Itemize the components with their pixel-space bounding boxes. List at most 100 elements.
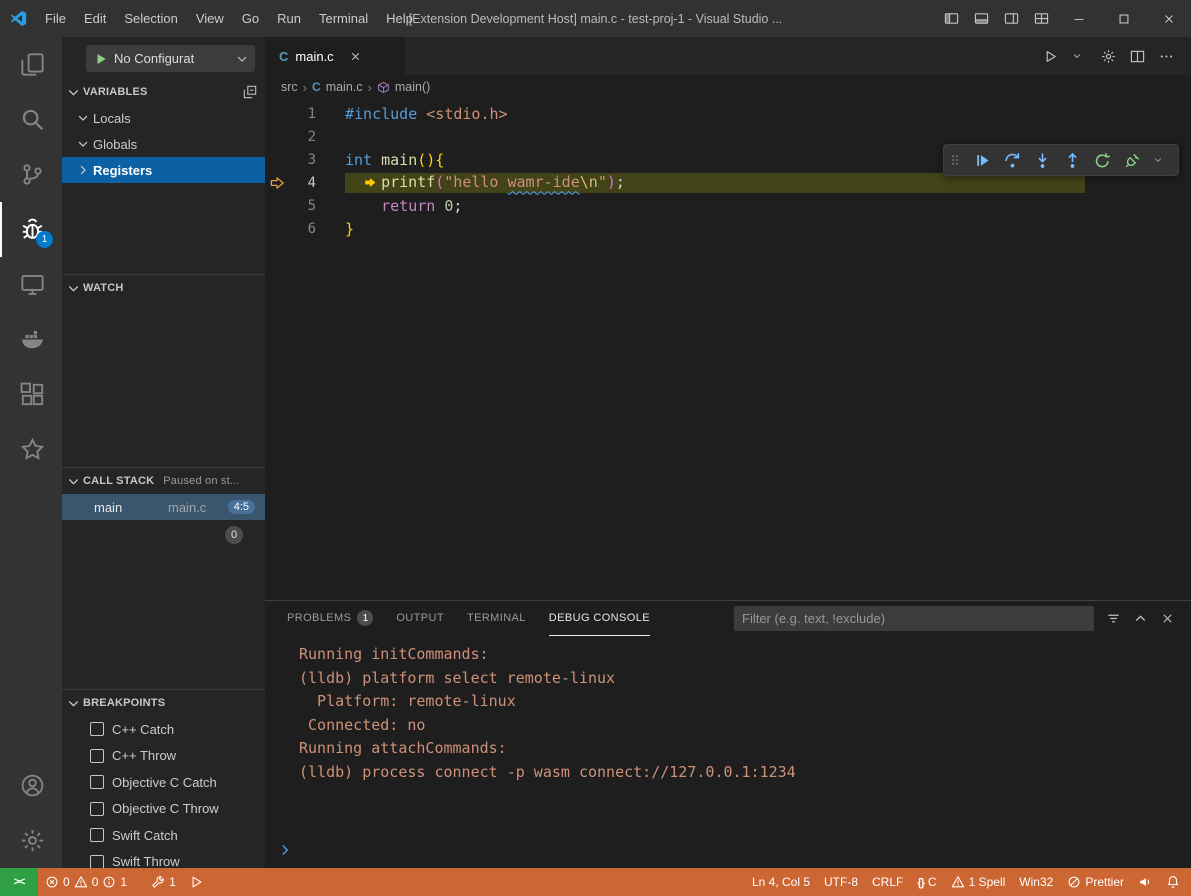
status-notifications[interactable] (1159, 868, 1187, 896)
activity-item-explorer[interactable] (0, 37, 62, 92)
star-icon (20, 437, 45, 462)
split-editor-icon[interactable] (1123, 37, 1152, 75)
variables-row-globals[interactable]: Globals (62, 131, 265, 157)
breakpoint-checkbox[interactable] (90, 802, 104, 816)
breakpoint-checkbox[interactable] (90, 749, 104, 763)
menu-file[interactable]: File (36, 0, 75, 37)
variables-section-header[interactable]: VARIABLES (62, 79, 265, 105)
console-line: Running initCommands: (299, 643, 1191, 667)
status-bar: >< 0 0 1 1 Ln 4, Col 5UTF-8 CRLF {}C1 Spel… (0, 868, 1191, 896)
activity-item-extensions[interactable] (0, 367, 62, 422)
activity-item-remote-explorer[interactable] (0, 257, 62, 312)
status-eol[interactable]: CRLF (865, 868, 910, 896)
code-line-6[interactable]: 6} (265, 217, 1191, 240)
remote-indicator[interactable]: >< (0, 868, 38, 896)
code-editor[interactable]: 1#include <stdio.h>23int main(){4 printf… (265, 99, 1191, 600)
settings-gear-icon[interactable] (1094, 37, 1123, 75)
activity-item-docker[interactable] (0, 312, 62, 367)
disconnect-dropdown-chevron-icon[interactable] (1143, 145, 1173, 175)
close-tab-icon[interactable] (349, 50, 362, 63)
status-platform[interactable]: Win32 (1012, 868, 1060, 896)
status-spell-checker[interactable]: 1 Spell (944, 868, 1013, 896)
breadcrumb-folder[interactable]: src (281, 80, 298, 94)
activity-item-accounts[interactable] (0, 758, 62, 813)
code-line-1[interactable]: 1#include <stdio.h> (265, 102, 1191, 125)
variables-row-registers[interactable]: Registers (62, 157, 265, 183)
call-stack-frame[interactable]: main main.c 4:5 (62, 494, 265, 520)
breakpoint-checkbox[interactable] (90, 775, 104, 789)
status-encoding[interactable]: UTF-8 (817, 868, 865, 896)
step-out-button[interactable] (1057, 145, 1087, 175)
menu-view[interactable]: View (187, 0, 233, 37)
gutter-line-5[interactable]: 5 (265, 198, 345, 214)
status-feedback[interactable] (1131, 868, 1159, 896)
debug-console[interactable]: Running initCommands:(lldb) platform sel… (265, 636, 1191, 868)
gutter-line-6[interactable]: 6 (265, 221, 345, 237)
collapse-all-icon[interactable] (243, 85, 257, 99)
menu-selection[interactable]: Selection (115, 0, 186, 37)
gutter-line-4[interactable]: 4 (265, 175, 345, 191)
maximize-button[interactable] (1101, 0, 1146, 37)
tab-main-c[interactable]: C main.c (265, 37, 405, 75)
panel-tab-terminal[interactable]: TERMINAL (467, 601, 526, 636)
menu-terminal[interactable]: Terminal (310, 0, 377, 37)
close-button[interactable] (1146, 0, 1191, 37)
breadcrumb-file[interactable]: main.c (326, 80, 363, 94)
gutter-line-3[interactable]: 3 (265, 152, 345, 168)
toggle-sidebar-left-icon[interactable] (936, 0, 966, 37)
code-line-5[interactable]: 5 return 0; (265, 194, 1191, 217)
run-file-button[interactable] (1036, 37, 1065, 75)
step-over-button[interactable] (997, 145, 1027, 175)
activity-item-run-and-debug[interactable]: 1 (0, 202, 62, 257)
toolchain-status[interactable]: 1 (144, 868, 183, 896)
gutter-line-1[interactable]: 1 (265, 106, 345, 122)
panel-tab-output[interactable]: OUTPUT (396, 601, 444, 636)
call-stack-section-header[interactable]: CALL STACK Paused on st... (62, 468, 265, 494)
debug-config-dropdown[interactable]: No Configurat (86, 45, 255, 72)
code-text: } (345, 220, 354, 238)
customize-layout-icon[interactable] (1026, 0, 1056, 37)
filter-icon[interactable] (1100, 601, 1127, 636)
more-actions-icon[interactable] (1152, 37, 1181, 75)
maximize-panel-chevron-up-icon[interactable] (1127, 601, 1154, 636)
status-label: CRLF (872, 875, 903, 889)
menu-run[interactable]: Run (268, 0, 310, 37)
continue-button[interactable] (967, 145, 997, 175)
menu-go[interactable]: Go (233, 0, 268, 37)
menu-edit[interactable]: Edit (75, 0, 115, 37)
breadcrumb-symbol[interactable]: main() (395, 80, 430, 94)
close-panel-icon[interactable] (1154, 601, 1181, 636)
error-icon (45, 875, 59, 889)
run-dropdown-chevron-icon[interactable] (1065, 37, 1094, 75)
start-debugging-icon[interactable] (94, 52, 108, 66)
watch-section-header[interactable]: WATCH (62, 275, 265, 301)
minimize-button[interactable] (1056, 0, 1101, 37)
panel-tab-debug-console[interactable]: DEBUG CONSOLE (549, 601, 650, 636)
breakpoint-checkbox[interactable] (90, 855, 104, 868)
debug-status[interactable] (183, 868, 211, 896)
breakpoints-section-header[interactable]: BREAKPOINTS (62, 690, 265, 716)
toggle-panel-icon[interactable] (966, 0, 996, 37)
status-formatter[interactable]: Prettier (1060, 868, 1131, 896)
gutter-line-2[interactable]: 2 (265, 129, 345, 145)
activity-item-favorites[interactable] (0, 422, 62, 477)
status-cursor-position[interactable]: Ln 4, Col 5 (745, 868, 817, 896)
activity-item-source-control[interactable] (0, 147, 62, 202)
restart-button[interactable] (1087, 145, 1117, 175)
breakpoint-checkbox[interactable] (90, 828, 104, 842)
toggle-sidebar-right-icon[interactable] (996, 0, 1026, 37)
activity-item-settings[interactable] (0, 813, 62, 868)
problems-status[interactable]: 0 0 1 (38, 868, 134, 896)
call-stack-badge-row: 0 (62, 520, 265, 550)
console-input[interactable] (265, 837, 1191, 863)
status-language-mode[interactable]: {}C (910, 868, 943, 896)
console-filter-input[interactable] (734, 606, 1094, 631)
panel-tab-problems[interactable]: PROBLEMS1 (287, 601, 373, 636)
error-count: 0 (63, 875, 70, 889)
menu-help[interactable]: Help (377, 0, 422, 37)
breakpoints-rows: C++ CatchC++ ThrowObjective C CatchObjec… (62, 716, 265, 868)
activity-item-search[interactable] (0, 92, 62, 147)
breakpoint-checkbox[interactable] (90, 722, 104, 736)
variables-row-locals[interactable]: Locals (62, 105, 265, 131)
step-into-button[interactable] (1027, 145, 1057, 175)
